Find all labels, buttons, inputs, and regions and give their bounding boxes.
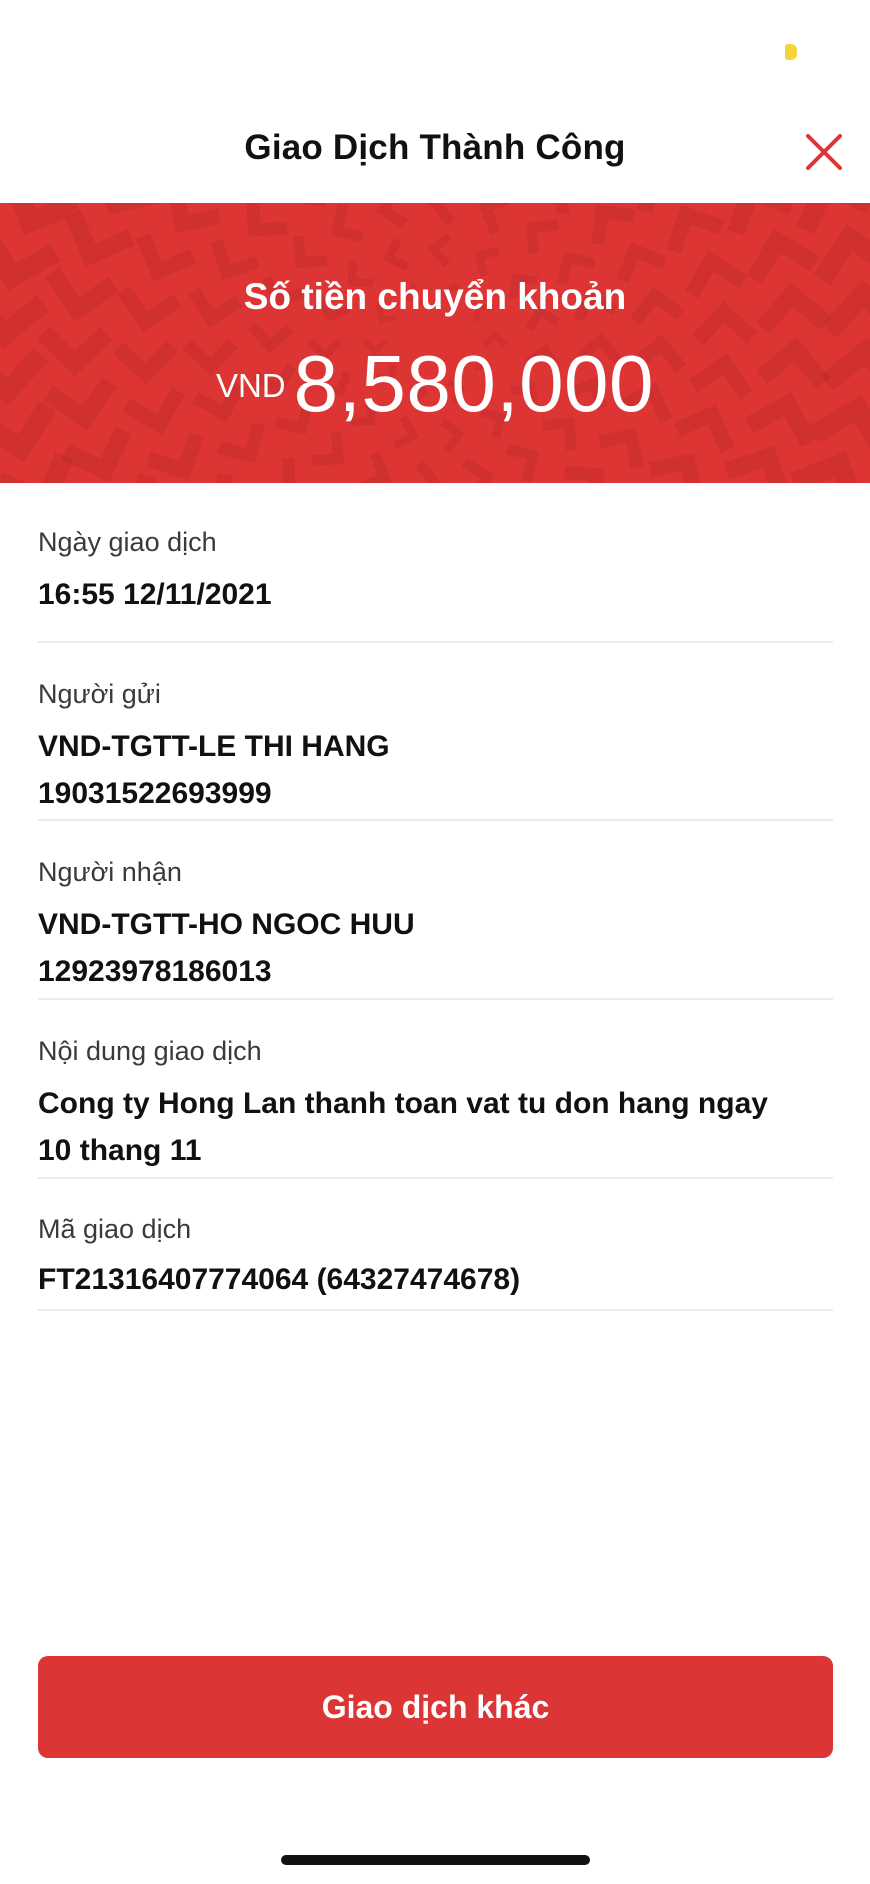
detail-value: Cong ty Hong Lan thanh toan vat tu don h… <box>38 1087 768 1167</box>
detail-value: 16:55 12/11/2021 <box>38 578 272 611</box>
transfer-amount: 8,580,000 <box>293 339 655 428</box>
detail-row-date: Ngày giao dịch 16:55 12/11/2021 <box>38 483 833 643</box>
detail-label: Người gửi <box>38 679 161 709</box>
page-title: Giao Dịch Thành Công <box>244 128 626 167</box>
amount-row: VND 8,580,000 <box>0 338 870 430</box>
detail-value: FT21316407774064 (64327474678) <box>38 1263 521 1296</box>
detail-value: VND-TGTT-HO NGOC HUU 12923978186013 <box>38 908 415 988</box>
close-icon <box>806 134 842 170</box>
home-indicator <box>281 1855 590 1865</box>
detail-value: VND-TGTT-LE THI HANG 19031522693999 <box>38 730 390 810</box>
detail-label: Nội dung giao dịch <box>38 1036 262 1066</box>
status-indicator <box>785 44 797 60</box>
amount-label: Số tiền chuyển khoản <box>243 276 627 317</box>
detail-row-sender: Người gửi VND-TGTT-LE THI HANG 190315226… <box>38 643 833 821</box>
amount-banner: Số tiền chuyển khoản VND 8,580,000 <box>0 203 870 483</box>
currency-code: VND <box>215 367 286 404</box>
detail-row-transaction-id: Mã giao dịch FT21316407774064 (643274746… <box>38 1179 833 1311</box>
detail-label: Ngày giao dịch <box>38 527 217 557</box>
detail-row-content: Nội dung giao dịch Cong ty Hong Lan than… <box>38 1000 833 1179</box>
transaction-details: Ngày giao dịch 16:55 12/11/2021 Người gử… <box>38 483 833 1311</box>
detail-label: Mã giao dịch <box>38 1214 192 1244</box>
close-button[interactable] <box>802 130 846 174</box>
other-transaction-button[interactable]: Giao dịch khác <box>38 1656 833 1758</box>
header: Giao Dịch Thành Công <box>0 110 870 190</box>
detail-label: Người nhận <box>38 857 182 887</box>
detail-row-recipient: Người nhận VND-TGTT-HO NGOC HUU 12923978… <box>38 821 833 1000</box>
